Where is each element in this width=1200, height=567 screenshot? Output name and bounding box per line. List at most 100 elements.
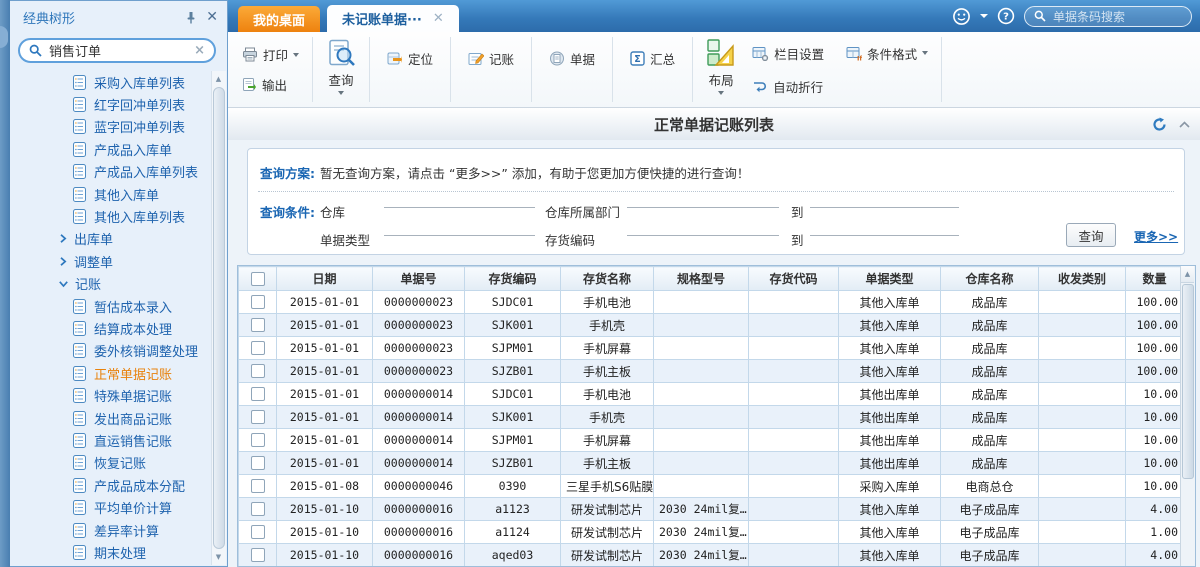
cell[interactable]: 2030 24mil复… <box>654 498 749 521</box>
cell[interactable]: SJPM01 <box>465 429 561 452</box>
cell[interactable]: 1.00 <box>1126 521 1184 544</box>
cell[interactable]: 手机主板 <box>561 452 654 475</box>
row-checkbox[interactable] <box>251 295 265 309</box>
cell[interactable]: SJDC01 <box>465 383 561 406</box>
tree-item[interactable]: 蓝字回冲单列表 <box>11 116 212 138</box>
cell[interactable]: 10.00 <box>1126 475 1184 498</box>
warehouse-dept-input[interactable] <box>627 191 779 208</box>
cell[interactable]: 其他入库单 <box>839 521 941 544</box>
post-button[interactable]: 记账 <box>456 47 526 70</box>
locate-button[interactable]: 定位 <box>375 47 445 70</box>
cell[interactable]: 研发试制芯片 <box>561 521 654 544</box>
cell[interactable] <box>1039 360 1126 383</box>
tree-item[interactable]: 产成品成本分配 <box>11 474 212 496</box>
close-tab-icon[interactable]: ✕ <box>433 11 444 26</box>
cell[interactable]: 电子成品库 <box>941 498 1039 521</box>
scroll-up-icon[interactable]: ▲ <box>212 72 225 86</box>
more-link[interactable]: 更多>> <box>1134 228 1178 245</box>
cell[interactable]: 成品库 <box>941 383 1039 406</box>
cell[interactable]: 2015-01-10 <box>277 521 373 544</box>
column-header[interactable]: 收发类别 <box>1039 267 1126 291</box>
tree-item[interactable]: 其他入库单 <box>11 183 212 205</box>
cell[interactable] <box>749 521 839 544</box>
cell[interactable]: 0000000023 <box>373 337 465 360</box>
cell[interactable]: 10.00 <box>1126 406 1184 429</box>
cell[interactable]: 0000000014 <box>373 406 465 429</box>
chevron-down-icon[interactable] <box>980 14 988 18</box>
cell[interactable] <box>654 291 749 314</box>
tree-item[interactable]: 产成品入库单 <box>11 138 212 160</box>
cell[interactable]: a1123 <box>465 498 561 521</box>
cell[interactable]: 其他出库单 <box>839 406 941 429</box>
warehouse-input[interactable] <box>384 191 535 208</box>
select-all-checkbox[interactable] <box>251 272 265 286</box>
cell[interactable] <box>654 475 749 498</box>
cell[interactable]: 2015-01-08 <box>277 475 373 498</box>
dock-handle[interactable] <box>0 26 8 48</box>
cell[interactable]: 2015-01-01 <box>277 314 373 337</box>
cell[interactable]: 其他出库单 <box>839 383 941 406</box>
tree-item[interactable]: 其他入库单列表 <box>11 205 212 227</box>
column-settings-button[interactable]: 栏目设置 <box>748 43 828 64</box>
collapse-panel-icon[interactable] <box>1179 121 1190 128</box>
cell[interactable] <box>654 337 749 360</box>
cell[interactable]: 成品库 <box>941 360 1039 383</box>
tree-item[interactable]: 结算成本处理 <box>11 317 212 339</box>
cell[interactable]: 0000000014 <box>373 452 465 475</box>
cell[interactable] <box>654 429 749 452</box>
cell[interactable] <box>1039 314 1126 337</box>
cell[interactable]: 成品库 <box>941 291 1039 314</box>
cell[interactable] <box>749 337 839 360</box>
print-button[interactable]: 打印 <box>238 44 303 65</box>
cell[interactable]: 成品库 <box>941 314 1039 337</box>
search-button[interactable]: 查询 <box>1066 223 1116 247</box>
cell[interactable]: 成品库 <box>941 337 1039 360</box>
cell[interactable]: 4.00 <box>1126 498 1184 521</box>
layout-button[interactable]: 布局 <box>698 32 744 107</box>
tree-item[interactable]: 恢复记账 <box>11 452 212 474</box>
cell[interactable]: 研发试制芯片 <box>561 544 654 567</box>
cell[interactable]: 2015-01-01 <box>277 337 373 360</box>
cell[interactable]: 0000000023 <box>373 314 465 337</box>
cell[interactable]: 0000000046 <box>373 475 465 498</box>
cell[interactable]: 0000000016 <box>373 521 465 544</box>
tree-item[interactable]: 采购入库单列表 <box>11 71 212 93</box>
cell[interactable]: SJPM01 <box>465 337 561 360</box>
cell[interactable]: 10.00 <box>1126 383 1184 406</box>
scroll-up-icon[interactable]: ▲ <box>1181 266 1194 283</box>
conditional-format-button[interactable]: If 条件格式 <box>842 43 932 64</box>
cell[interactable]: SJZB01 <box>465 360 561 383</box>
tree-item[interactable]: 特殊单据记账 <box>11 384 212 406</box>
column-header[interactable]: 存货名称 <box>561 267 654 291</box>
export-button[interactable]: 输出 <box>238 74 303 95</box>
cell[interactable]: 100.00 <box>1126 360 1184 383</box>
doc-type-input[interactable] <box>384 219 535 236</box>
tree-item[interactable]: 出库单 <box>11 228 212 250</box>
cell[interactable]: 10.00 <box>1126 429 1184 452</box>
cell[interactable]: 0000000014 <box>373 429 465 452</box>
query-button[interactable]: 查询 <box>318 32 364 107</box>
row-checkbox[interactable] <box>251 341 265 355</box>
refresh-icon[interactable] <box>1152 117 1167 132</box>
row-checkbox[interactable] <box>251 387 265 401</box>
cell[interactable]: 电子成品库 <box>941 544 1039 567</box>
row-checkbox[interactable] <box>251 410 265 424</box>
cell[interactable] <box>1039 452 1126 475</box>
cell[interactable] <box>654 406 749 429</box>
cell[interactable] <box>654 383 749 406</box>
tree-item[interactable]: 平均单价计算 <box>11 496 212 518</box>
cell[interactable] <box>1039 475 1126 498</box>
cell[interactable]: 100.00 <box>1126 314 1184 337</box>
cell[interactable] <box>1039 406 1126 429</box>
cell[interactable] <box>1039 429 1126 452</box>
cell[interactable] <box>1039 521 1126 544</box>
grid-scroll-thumb[interactable] <box>1182 284 1194 479</box>
cell[interactable]: 2015-01-01 <box>277 291 373 314</box>
cell[interactable]: 其他入库单 <box>839 498 941 521</box>
cell[interactable]: 2015-01-01 <box>277 429 373 452</box>
cell[interactable]: 0000000023 <box>373 291 465 314</box>
cell[interactable]: a1124 <box>465 521 561 544</box>
cell[interactable] <box>1039 498 1126 521</box>
cell[interactable] <box>1039 383 1126 406</box>
tree-item[interactable]: 调整单 <box>11 250 212 272</box>
